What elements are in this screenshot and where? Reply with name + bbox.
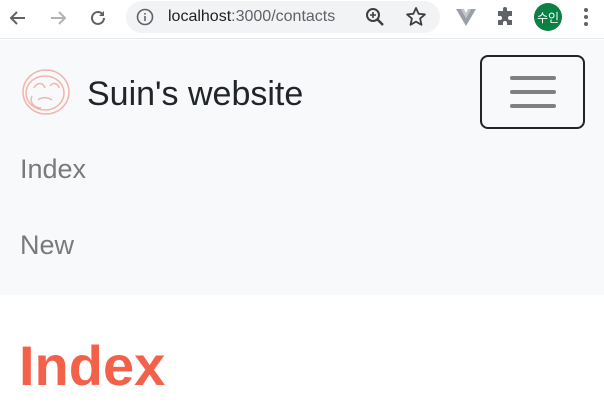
back-arrow-icon[interactable] <box>4 4 32 32</box>
address-bar[interactable]: localhost:3000/contacts <box>126 1 440 33</box>
profile-avatar[interactable]: 수인 <box>534 3 562 31</box>
site-brand[interactable]: Suin's website <box>87 73 303 115</box>
info-icon[interactable] <box>136 8 154 26</box>
nav-link-index[interactable]: Index <box>20 153 86 185</box>
navbar-toggler-button[interactable] <box>480 55 585 129</box>
page-title: Index <box>19 334 166 397</box>
menu-dots-icon[interactable] <box>578 5 594 29</box>
star-icon[interactable] <box>404 5 428 29</box>
vue-devtools-icon[interactable] <box>454 6 478 28</box>
url-text[interactable]: localhost:3000/contacts <box>168 8 335 26</box>
site-navbar: Suin's website Index New <box>0 40 604 295</box>
browser-toolbar: localhost:3000/contacts 수인 <box>0 0 604 39</box>
puzzle-icon[interactable] <box>494 5 518 29</box>
reload-icon[interactable] <box>84 4 112 32</box>
nav-link-new[interactable]: New <box>20 229 74 261</box>
zoom-icon[interactable] <box>364 6 386 28</box>
url-path: :3000/contacts <box>231 8 336 25</box>
url-host: localhost <box>168 8 232 25</box>
brand-logo-icon[interactable] <box>20 66 72 118</box>
forward-arrow-icon[interactable] <box>44 4 72 32</box>
